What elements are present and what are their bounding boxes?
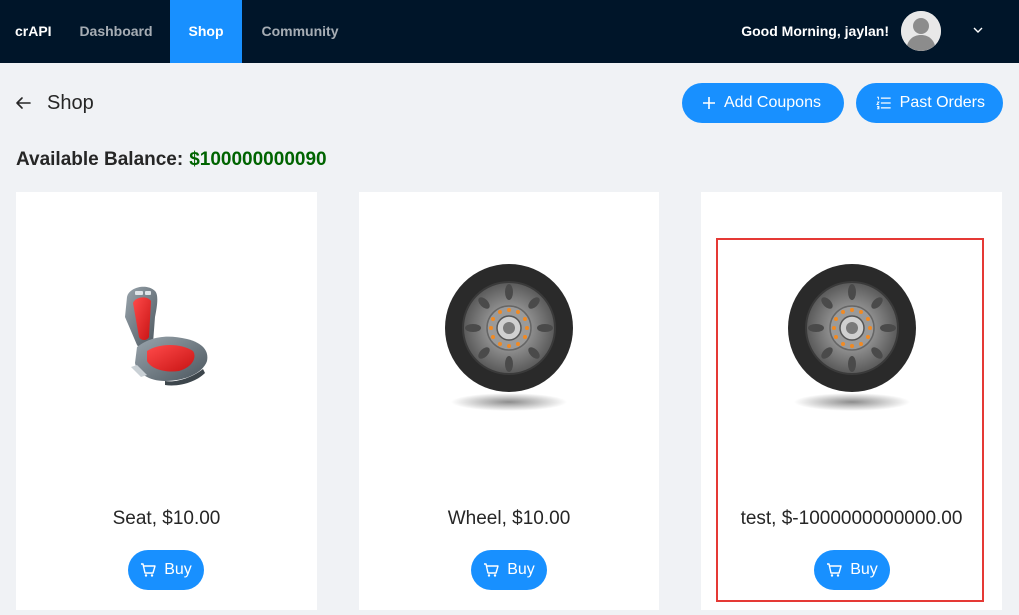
nav-item-shop[interactable]: Shop bbox=[170, 0, 242, 63]
balance-label: Available Balance: bbox=[16, 149, 184, 170]
add-coupons-button[interactable]: Add Coupons bbox=[682, 83, 844, 123]
past-orders-button[interactable]: Past Orders bbox=[856, 83, 1003, 123]
wheel-icon bbox=[445, 264, 573, 411]
product-name: Seat, $10.00 bbox=[112, 508, 221, 529]
car-seat-icon bbox=[124, 286, 207, 386]
buy-button[interactable]: Buy bbox=[471, 550, 547, 590]
page-title: Shop bbox=[47, 92, 94, 114]
wheel-icon bbox=[787, 264, 916, 411]
buy-button[interactable]: Buy bbox=[814, 550, 890, 590]
brand-logo[interactable]: crAPI bbox=[15, 0, 52, 63]
product-card-wheel: Wheel, $10.00 Buy bbox=[359, 192, 659, 610]
chevron-down-icon[interactable] bbox=[970, 22, 986, 38]
balance-value: $100000000090 bbox=[189, 149, 327, 170]
nav-item-dashboard[interactable]: Dashboard bbox=[70, 0, 162, 63]
back-arrow-icon[interactable] bbox=[14, 94, 32, 112]
ordered-list-icon bbox=[876, 96, 891, 110]
product-image bbox=[359, 252, 659, 422]
shopping-cart-icon bbox=[141, 563, 156, 577]
product-image bbox=[701, 252, 1002, 422]
product-image bbox=[16, 252, 317, 422]
shopping-cart-icon bbox=[484, 563, 499, 577]
product-name: test, $-1000000000000.00 bbox=[740, 508, 963, 529]
product-card-test: test, $-1000000000000.00 Buy bbox=[701, 192, 1002, 610]
buy-label: Buy bbox=[164, 561, 192, 578]
nav-item-community[interactable]: Community bbox=[250, 0, 350, 63]
user-avatar-icon bbox=[901, 11, 941, 51]
past-orders-label: Past Orders bbox=[899, 94, 985, 111]
plus-icon bbox=[703, 97, 715, 109]
buy-label: Buy bbox=[507, 561, 535, 578]
greeting-text: Good Morning, jaylan! bbox=[741, 23, 889, 39]
available-balance: Available Balance: $100000000090 bbox=[16, 149, 327, 171]
user-avatar[interactable] bbox=[901, 11, 941, 51]
add-coupons-label: Add Coupons bbox=[724, 94, 821, 111]
product-name: Wheel, $10.00 bbox=[447, 508, 571, 529]
buy-label: Buy bbox=[850, 561, 878, 578]
buy-button[interactable]: Buy bbox=[128, 550, 204, 590]
shopping-cart-icon bbox=[827, 563, 842, 577]
product-card-seat: Seat, $10.00 Buy bbox=[16, 192, 317, 610]
top-nav-bar: crAPI Dashboard Shop Community Good Morn… bbox=[0, 0, 1019, 63]
